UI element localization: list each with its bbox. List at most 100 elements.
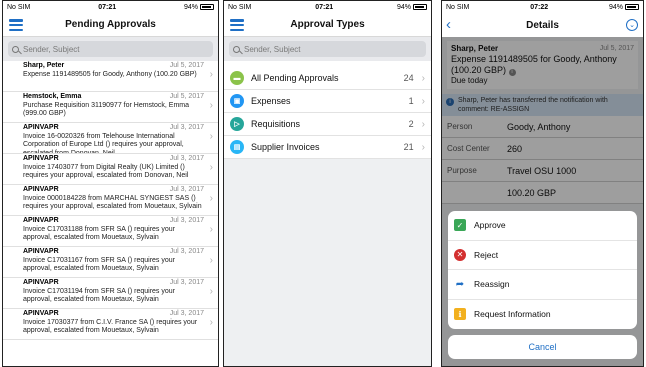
item-date: Jul 3, 2017 [169, 248, 204, 255]
pending-approvals-screen: No SIM 07:21 94% Pending Approvals Jul 5… [2, 0, 219, 367]
battery-icon [199, 4, 214, 10]
detail-field-row: 100.20 GBP [442, 182, 643, 204]
nav-bar: Pending Approvals [3, 13, 218, 37]
field-value: 260 [507, 143, 523, 154]
item-date: Jul 3, 2017 [169, 217, 204, 224]
chevron-right-icon: › [421, 118, 425, 130]
status-bar: No SIM 07:22 94% [442, 1, 643, 13]
chevron-right-icon: › [421, 95, 425, 107]
chevron-right-icon: › [209, 224, 213, 235]
item-subject: Purchase Requisition 31190977 for Hemsto… [23, 101, 190, 118]
item-subject: Invoice 17403077 from Digital Realty (UK… [23, 163, 189, 180]
cancel-button[interactable]: Cancel [448, 335, 637, 359]
approval-type-item[interactable]: ▬ All Pending Approvals 24 › [224, 67, 431, 90]
item-subject: Invoice C17031188 from SFR SA () require… [23, 225, 175, 242]
reject-action[interactable]: ✕ Reject [448, 241, 637, 270]
item-subject: Expense 1191489505 for Goody, Anthony (1… [23, 70, 197, 78]
notification-header: Jul 5, 2017 Sharp, Peter Expense 1191489… [447, 41, 638, 89]
reject-icon: ✕ [454, 248, 466, 261]
item-date: Jul 3, 2017 [169, 310, 204, 317]
type-label: Supplier Invoices [251, 142, 320, 152]
hamburger-menu-icon[interactable] [9, 19, 23, 31]
hamburger-menu-icon[interactable] [230, 19, 244, 31]
field-label: Person [447, 122, 473, 131]
approval-type-item[interactable]: ▤ Supplier Invoices 21 › [224, 136, 431, 159]
chevron-right-icon: › [421, 72, 425, 84]
approval-type-item[interactable]: ▷ Requisitions 2 › [224, 113, 431, 136]
action-label: Reject [474, 249, 499, 260]
chevron-right-icon: › [209, 286, 213, 297]
battery-icon [624, 4, 639, 10]
chevron-right-icon: › [209, 162, 213, 173]
page-title: Pending Approvals [65, 19, 156, 30]
transfer-notice: i Sharp, Peter has transferred the notif… [442, 94, 643, 116]
list-item[interactable]: Jul 3, 2017 APINVAPR Invoice C17031194 fro… [3, 278, 218, 309]
list-item[interactable]: Jul 3, 2017 APINVAPR Invoice 17403077 from… [3, 154, 218, 185]
search-icon [233, 45, 240, 53]
list-item[interactable]: Jul 5, 2017 Sharp, Peter Expense 119148950… [3, 61, 218, 92]
action-label: Request Information [474, 309, 551, 320]
type-label: All Pending Approvals [251, 73, 339, 83]
chevron-right-icon: › [209, 317, 213, 328]
notice-text: Sharp, Peter has transferred the notific… [458, 97, 608, 113]
field-value: Goody, Anthony [507, 121, 571, 132]
item-subject: Invoice 17030377 from C.I.V. France SA (… [23, 318, 198, 335]
type-label: Requisitions [251, 119, 301, 129]
approval-list: Jul 5, 2017 Sharp, Peter Expense 119148950… [3, 61, 218, 340]
detail-field-row: Cost Center 260 [442, 138, 643, 160]
field-value: 100.20 GBP [507, 187, 557, 198]
battery-icon [412, 4, 427, 10]
folder-icon: ▬ [230, 71, 244, 85]
expense-icon: ▣ [230, 94, 244, 108]
field-value: Travel OSU 1000 [507, 165, 577, 176]
carrier-label: No SIM [7, 3, 31, 11]
item-date: Jul 3, 2017 [169, 279, 204, 286]
carrier-label: No SIM [228, 3, 252, 11]
chevron-right-icon: › [209, 69, 213, 80]
chevron-down-circle-icon[interactable]: ⌄ [626, 19, 638, 31]
approval-type-item[interactable]: ▣ Expenses 1 › [224, 90, 431, 113]
list-item[interactable]: Jul 3, 2017 APINVAPR Invoice C17031167 fro… [3, 247, 218, 278]
chevron-right-icon: › [421, 141, 425, 153]
item-date: Jul 3, 2017 [169, 186, 204, 193]
search-input[interactable] [244, 44, 418, 54]
details-screen: No SIM 07:22 94% ‹ Details ⌄ Jul 5, 2017… [441, 0, 644, 367]
clock: 07:22 [530, 3, 549, 11]
carrier-label: No SIM [446, 3, 470, 11]
list-item[interactable]: Jul 3, 2017 APINVAPR Invoice 0000184228 fr… [3, 185, 218, 216]
item-subject: Invoice C17031194 from SFR SA () require… [23, 287, 175, 304]
field-label: Purpose [447, 166, 477, 175]
battery-percent: 94% [183, 3, 198, 11]
notification-subject: Expense 1191489505 for Goody, Anthony (1… [451, 54, 617, 75]
action-label: Approve [474, 220, 506, 231]
item-date: Jul 5, 2017 [169, 93, 204, 100]
item-subject: Invoice 16-0020326 from Telehouse Intern… [23, 132, 184, 154]
item-date: Jul 3, 2017 [169, 124, 204, 131]
item-subject: Invoice 0000184228 from MARCHAL SYNGEST … [23, 194, 202, 211]
search-input[interactable] [23, 44, 204, 54]
list-item[interactable]: Jul 5, 2017 Hemstock, Emma Purchase Requis… [3, 92, 218, 123]
list-item[interactable]: Jul 3, 2017 APINVAPR Invoice 17030377 from… [3, 309, 218, 340]
reassign-action[interactable]: ➦ Reassign [448, 270, 637, 300]
info-icon[interactable]: i [508, 69, 516, 76]
type-count: 21 [403, 142, 414, 152]
clock: 07:21 [98, 3, 117, 11]
list-item[interactable]: Jul 3, 2017 APINVAPR Invoice C17031188 fro… [3, 216, 218, 247]
detail-field-row: Purpose Travel OSU 1000 [442, 160, 643, 182]
type-count: 2 [408, 119, 414, 129]
chevron-right-icon: › [209, 131, 213, 142]
action-sheet: ✓ Approve ✕ Reject ➦ Reassign ℹ Request Informa… [448, 211, 637, 329]
search-bar[interactable] [8, 41, 213, 57]
back-chevron-icon[interactable]: ‹ [446, 16, 451, 33]
type-count: 1 [408, 96, 414, 106]
item-subject: Invoice C17031167 from SFR SA () require… [23, 256, 175, 273]
list-item[interactable]: Jul 3, 2017 APINVAPR Invoice 16-0020326 fr… [3, 123, 218, 154]
approve-action[interactable]: ✓ Approve [448, 211, 637, 241]
reassign-arrow-icon: ➦ [455, 278, 465, 290]
chevron-right-icon: › [209, 255, 213, 266]
search-bar[interactable] [229, 41, 426, 57]
request-info-icon: ℹ [454, 308, 466, 321]
request-information-action[interactable]: ℹ Request Information [448, 300, 637, 330]
search-icon [12, 45, 19, 53]
chevron-right-icon: › [209, 100, 213, 111]
